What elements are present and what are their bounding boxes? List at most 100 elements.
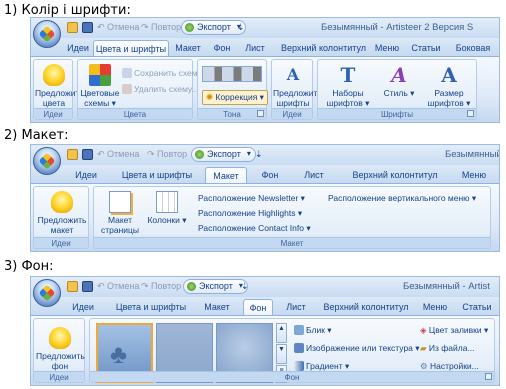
tab-colors-fonts[interactable]: Цвета и шрифты — [117, 167, 197, 183]
redo-label: Повтор — [157, 149, 188, 159]
tab-background[interactable]: Фон — [211, 40, 233, 56]
ribbon-screenshot-layout: ↶ Отмена ↷ Повтор Экспорт ⇣ Безымянный И… — [30, 144, 500, 252]
tab-articles[interactable]: Статьи — [409, 40, 443, 56]
tab-ideas[interactable]: Идеи — [71, 167, 101, 183]
save-scheme-button[interactable]: Сохранить схему... — [122, 68, 208, 78]
glare-dropdown[interactable]: Блик ▾ — [294, 325, 332, 336]
group-title-tone: Тона — [198, 108, 266, 119]
tab-header[interactable]: Верхний колонтитул — [349, 167, 441, 183]
group-title-ideas: Идеи — [34, 371, 84, 382]
tab-menu[interactable]: Меню — [373, 40, 401, 56]
redo-button[interactable]: ↷ Повтор — [141, 22, 181, 33]
from-file-label: Из файла... — [428, 343, 475, 353]
group-title-ideas: Идеи — [34, 237, 88, 248]
contact-layout-dropdown[interactable]: Расположение Contact Info ▾ — [198, 223, 311, 234]
font-sets-label: Наборы шрифтов — [326, 88, 364, 108]
group-title-fonts: Шрифты — [318, 108, 476, 119]
window-title: Безымянный - Artist — [403, 281, 490, 292]
app-menu-orb[interactable] — [33, 279, 61, 307]
palm-tree-icon: ♣ — [110, 339, 128, 369]
suggest-layout-button[interactable]: Предложить макет — [36, 191, 88, 235]
from-file-button[interactable]: ▰ Из файла... — [420, 343, 475, 354]
suggest-colors-button[interactable]: Предложить цвета — [35, 64, 84, 108]
tab-header[interactable]: Верхний колонтитул — [323, 299, 409, 315]
qat-customize-icon[interactable]: ⇣ — [237, 22, 245, 33]
undo-button[interactable]: ↶ Отмена — [97, 22, 139, 33]
open-folder-icon[interactable] — [67, 281, 78, 292]
open-folder-icon[interactable] — [67, 149, 78, 160]
dialog-launcher-icon[interactable] — [257, 110, 264, 117]
suggest-background-button[interactable]: Предложить фон — [36, 327, 85, 371]
tab-sheet[interactable]: Лист — [283, 299, 309, 315]
font-size-button[interactable]: A Размер шрифтов ▾ — [422, 64, 476, 108]
lightbulb-icon — [51, 191, 73, 213]
columns-button[interactable]: Колонки ▾ — [146, 191, 188, 225]
quick-access-toolbar: ↶ Отмена ↷ Повтор Экспорт ⇣ Безымянный -… — [31, 277, 499, 297]
tab-header[interactable]: Верхний колонтитул — [281, 40, 366, 56]
save-disk-icon[interactable] — [82, 22, 93, 33]
font-size-label: Размер шрифтов — [427, 88, 464, 108]
delete-scheme-button[interactable]: Удалить схему... — [122, 84, 198, 94]
app-menu-orb[interactable] — [33, 147, 61, 175]
tab-layout[interactable]: Макет — [199, 299, 235, 315]
redo-button[interactable]: ↷ Повтор — [141, 281, 181, 292]
color-schemes-button[interactable]: Цветовые схемы ▾ — [80, 64, 120, 108]
tab-articles[interactable]: Статьи — [459, 299, 495, 315]
font-style-label: Стиль — [383, 88, 408, 98]
group-ideas: Предложить макет Идеи — [33, 186, 89, 249]
tab-background[interactable]: Фон — [255, 167, 285, 183]
color-palette-icon — [89, 64, 111, 86]
page-layout-icon — [109, 191, 131, 213]
gallery-scroll-down[interactable]: ▼ — [276, 344, 287, 364]
group-fonts: T Наборы шрифтов ▾ A Стиль ▾ A Размер шр… — [317, 59, 477, 120]
save-disk-icon[interactable] — [82, 149, 93, 160]
window-title: Безымянный - Artisteer 2 Версия S — [321, 22, 474, 33]
newsletter-layout-dropdown[interactable]: Расположение Newsletter ▾ — [198, 193, 305, 204]
save-disk-icon[interactable] — [82, 281, 93, 292]
tone-slider[interactable] — [202, 66, 262, 82]
open-folder-icon[interactable] — [67, 22, 78, 33]
highlights-layout-dropdown[interactable]: Расположение Highlights ▾ — [198, 208, 302, 219]
dialog-launcher-icon[interactable] — [467, 110, 474, 117]
settings-label: Настройки... — [430, 361, 479, 371]
highlights-label: Расположение Highlights — [198, 208, 296, 218]
correction-label: Коррекция — [215, 92, 258, 102]
tab-colors-fonts[interactable]: Цвета и шрифты — [93, 40, 169, 56]
export-button[interactable]: Экспорт — [191, 147, 256, 162]
redo-button[interactable]: ↷ Повтор — [147, 149, 187, 160]
suggest-background-label: Предложить фон — [36, 351, 85, 371]
suggest-fonts-button[interactable]: A Предложить шрифты — [273, 64, 322, 108]
correction-dropdown[interactable]: ✺ Коррекция ▾ — [202, 90, 268, 105]
tab-sidebar[interactable]: Боковая — [451, 40, 495, 56]
ribbon-screenshot-colors: ↶ Отмена ↷ Повтор Экспорт ⇣ Безымянный -… — [30, 17, 500, 123]
tab-colors-fonts[interactable]: Цвета и шрифты — [111, 299, 191, 315]
tab-ideas[interactable]: Идеи — [69, 299, 97, 315]
vmenu-label: Расположение вертикального меню — [328, 193, 470, 203]
qat-customize-icon[interactable]: ⇣ — [241, 281, 249, 292]
tab-menu[interactable]: Меню — [459, 167, 489, 183]
tab-ideas[interactable]: Идеи — [65, 40, 91, 56]
undo-button[interactable]: ↶ Отмена — [97, 149, 139, 160]
tab-layout[interactable]: Макет — [205, 167, 247, 183]
tab-sheet[interactable]: Лист — [299, 167, 329, 183]
font-style-button[interactable]: A Стиль ▾ — [380, 64, 418, 98]
image-texture-dropdown[interactable]: Изображение или текстура ▾ — [294, 343, 420, 354]
gallery-scroll-up[interactable]: ▲ — [276, 323, 287, 343]
redo-label: Повтор — [151, 22, 182, 32]
dialog-launcher-icon[interactable] — [485, 373, 492, 380]
undo-button[interactable]: ↶ Отмена — [97, 281, 139, 292]
font-sets-button[interactable]: T Наборы шрифтов ▾ — [320, 64, 376, 108]
export-button[interactable]: Экспорт — [183, 279, 248, 294]
app-menu-orb[interactable] — [33, 20, 61, 48]
tab-background[interactable]: Фон — [243, 299, 273, 315]
ribbon-panel: Предложить фон Идеи ♣ ▲ ▼ ≡ Блик ▾ Изобр… — [31, 315, 499, 385]
tab-menu[interactable]: Меню — [421, 299, 449, 315]
sun-icon: ✺ — [206, 92, 214, 102]
group-tone: ✺ Коррекция ▾ Тона — [197, 59, 268, 120]
qat-customize-icon[interactable]: ⇣ — [255, 149, 263, 160]
tab-layout[interactable]: Макет — [173, 40, 203, 56]
fill-color-dropdown[interactable]: ◈ Цвет заливки ▾ — [420, 325, 488, 336]
vertical-menu-layout-dropdown[interactable]: Расположение вертикального меню ▾ — [328, 193, 476, 204]
group-title-ideas-fonts: Идеи — [272, 108, 312, 119]
tab-sheet[interactable]: Лист — [243, 40, 267, 56]
